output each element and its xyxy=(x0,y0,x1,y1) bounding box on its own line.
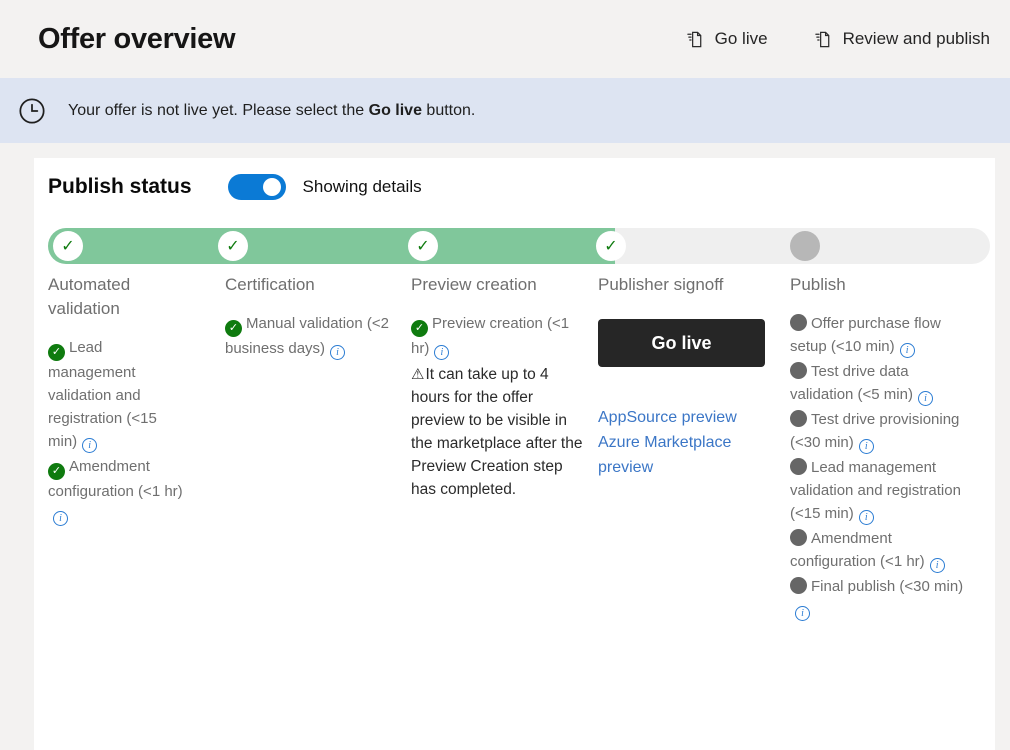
task-row: Offer purchase flow setup (<10 min)i xyxy=(790,312,966,358)
go-live-button[interactable]: Go live xyxy=(598,319,765,367)
showing-details-toggle[interactable] xyxy=(228,174,286,200)
info-icon[interactable]: i xyxy=(53,511,68,526)
header-actions: Go live Review and publish xyxy=(686,29,990,49)
page-title: Offer overview xyxy=(38,23,235,56)
step-indicator-certification: ✓ xyxy=(218,231,248,261)
task-row: ✓Preview creation (<1 hr)i xyxy=(411,312,584,360)
task-text: Offer purchase flow setup (<10 min) xyxy=(790,315,941,355)
task-row: Lead management validation and registrat… xyxy=(790,456,966,525)
publish-status-card: Publish status Showing details ✓ ✓ ✓ ✓ Auto… xyxy=(34,158,995,750)
banner-go-live-bold: Go live xyxy=(369,102,422,119)
pending-dot-icon xyxy=(790,577,807,594)
publish-document-icon xyxy=(686,30,705,49)
check-icon: ✓ xyxy=(48,344,65,361)
task-row: ✓Lead management validation and registra… xyxy=(48,336,188,453)
link-appsource-preview[interactable]: AppSource preview xyxy=(598,405,776,430)
publish-progress-bar: ✓ ✓ ✓ ✓ xyxy=(48,228,990,264)
stage-label-automated-validation: Automated validation xyxy=(48,273,188,321)
info-icon[interactable]: i xyxy=(900,343,915,358)
stage-column-certification: Certification ✓Manual validation (<2 busi… xyxy=(225,273,401,362)
check-icon: ✓ xyxy=(411,320,428,337)
task-row: Final publish (<30 min)i xyxy=(790,575,966,621)
pending-dot-icon xyxy=(790,362,807,379)
task-text: Lead management validation and registrat… xyxy=(790,459,961,522)
task-row: Test drive data validation (<5 min) i xyxy=(790,360,966,406)
info-icon[interactable]: i xyxy=(859,510,874,525)
stage-label-certification: Certification xyxy=(225,273,401,297)
step-indicator-publisher-signoff: ✓ xyxy=(596,231,626,261)
review-and-publish-button[interactable]: Review and publish xyxy=(814,29,990,49)
info-icon[interactable]: i xyxy=(434,345,449,360)
link-azure-marketplace-preview[interactable]: Azure Marketplace preview xyxy=(598,430,776,480)
pending-dot-icon xyxy=(790,314,807,331)
info-icon[interactable]: i xyxy=(82,438,97,453)
info-icon[interactable]: i xyxy=(795,606,810,621)
toggle-knob xyxy=(263,178,281,196)
info-icon[interactable]: i xyxy=(859,439,874,454)
go-live-header-button[interactable]: Go live xyxy=(686,29,768,49)
publish-status-title: Publish status xyxy=(48,175,192,199)
stage-column-publish: Publish Offer purchase flow setup (<10 mi… xyxy=(790,273,966,623)
progress-steps: ✓ ✓ ✓ ✓ xyxy=(48,228,990,264)
preview-links: AppSource previewAzure Marketplace previ… xyxy=(598,405,776,480)
review-and-publish-label: Review and publish xyxy=(843,29,990,49)
clock-icon xyxy=(18,97,46,125)
info-icon[interactable]: i xyxy=(918,391,933,406)
task-text: Test drive provisioning (<30 min) xyxy=(790,411,959,451)
stage-columns: Automated validation✓Lead management val… xyxy=(48,273,990,743)
stage-column-preview-creation: Preview creation ✓Preview creation (<1 hr… xyxy=(411,273,584,501)
task-text: Test drive data validation (<5 min) xyxy=(790,363,913,403)
go-live-header-label: Go live xyxy=(715,29,768,49)
info-icon[interactable]: i xyxy=(330,345,345,360)
stage-label-publisher-signoff: Publisher signoff xyxy=(598,273,776,297)
stage-label-preview-creation: Preview creation xyxy=(411,273,584,297)
not-live-banner: Your offer is not live yet. Please selec… xyxy=(0,78,1010,143)
banner-message: Your offer is not live yet. Please selec… xyxy=(68,102,475,120)
task-row: Test drive provisioning (<30 min)i xyxy=(790,408,966,454)
showing-details-label: Showing details xyxy=(303,177,422,197)
task-text: Manual validation (<2 business days) xyxy=(225,315,389,357)
stage-column-publisher-signoff: Publisher signoff Go live AppSource previe… xyxy=(598,273,776,480)
check-icon: ✓ xyxy=(48,463,65,480)
pending-dot-icon xyxy=(790,458,807,475)
pending-dot-icon xyxy=(790,529,807,546)
task-row: ✓Manual validation (<2 business days)i xyxy=(225,312,401,360)
step-indicator-preview-creation: ✓ xyxy=(408,231,438,261)
offer-overview-page: Offer overview Go live xyxy=(0,0,1010,750)
task-text: Final publish (<30 min) xyxy=(811,578,963,595)
publish-document-icon xyxy=(814,30,833,49)
step-indicator-publish xyxy=(790,231,820,261)
publish-status-header: Publish status Showing details xyxy=(48,174,990,200)
preview-delay-warning: ⚠It can take up to 4 hours for the offer… xyxy=(411,363,584,501)
warning-text: It can take up to 4 hours for the offer … xyxy=(411,366,582,498)
check-icon: ✓ xyxy=(225,320,242,337)
pending-dot-icon xyxy=(790,410,807,427)
stage-label-publish: Publish xyxy=(790,273,966,297)
spacer xyxy=(0,143,1010,158)
step-indicator-automated-validation: ✓ xyxy=(53,231,83,261)
task-row: Amendment configuration (<1 hr) i xyxy=(790,527,966,573)
task-row: ✓Amendment configuration (<1 hr) i xyxy=(48,455,188,526)
task-text: Amendment configuration (<1 hr) xyxy=(790,530,925,570)
info-icon[interactable]: i xyxy=(930,558,945,573)
task-text: Amendment configuration (<1 hr) xyxy=(48,458,183,500)
warning-icon: ⚠ xyxy=(411,366,424,383)
page-header: Offer overview Go live xyxy=(0,0,1010,78)
stage-column-automated-validation: Automated validation ✓Lead management val… xyxy=(48,273,188,528)
